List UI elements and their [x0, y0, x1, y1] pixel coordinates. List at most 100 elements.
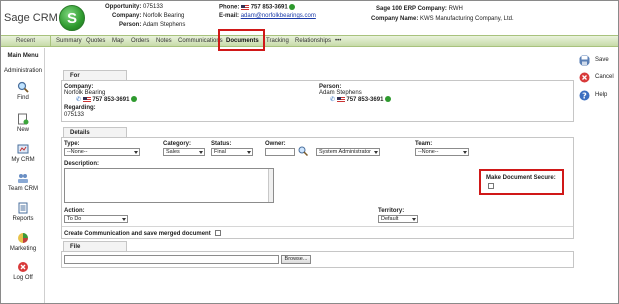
regarding-label: Regarding:	[64, 105, 96, 111]
cancel-label: Cancel	[595, 74, 614, 80]
description-label: Description:	[64, 161, 100, 167]
administration-link[interactable]: Administration	[1, 68, 45, 74]
tab-quotes[interactable]: Quotes	[86, 36, 105, 47]
company-name-value: KWS Manufacturing Company, Ltd.	[420, 16, 514, 22]
header: Sage CRM S Opportunity: 075133 Company: …	[1, 1, 618, 35]
owner-label: Owner:	[265, 141, 286, 147]
chevron-down-icon	[412, 218, 416, 221]
main-menu-title: Main Menu	[7, 53, 39, 59]
tab-summary[interactable]: Summary	[56, 36, 82, 47]
company-field: Company: Norfolk Bearing	[112, 13, 184, 19]
for-panel: Company: Norfolk Bearing ✆ 757 853-3691 …	[61, 80, 574, 122]
secure-checkbox-highlight	[479, 169, 564, 195]
owner-select[interactable]: System Administrator	[316, 148, 380, 156]
erp-label: Sage 100 ERP Company:	[376, 6, 447, 12]
cancel-icon	[579, 72, 590, 83]
chevron-down-icon	[122, 218, 126, 221]
browse-button[interactable]: Browse...	[281, 255, 311, 264]
tab-communications[interactable]: Communications	[178, 36, 223, 47]
type-value: --None--	[67, 149, 88, 155]
nav-new[interactable]: New	[1, 113, 45, 133]
for-person-phone: ✆ 757 853-3691	[330, 96, 392, 103]
phone-field: Phone: 757 853-3691	[219, 4, 296, 11]
tab-notes[interactable]: Notes	[156, 36, 172, 47]
file-path-input[interactable]	[64, 255, 279, 264]
company-name-label: Company Name:	[371, 16, 419, 22]
owner-value: System Administrator	[319, 149, 371, 155]
chevron-down-icon	[134, 151, 138, 154]
territory-label: Territory:	[378, 208, 405, 214]
log-off-icon	[18, 262, 28, 272]
team-value: --None--	[418, 149, 439, 155]
phone-call-icon[interactable]	[385, 96, 392, 103]
search-icon[interactable]	[298, 146, 308, 156]
nav-log-off[interactable]: Log Off	[1, 261, 45, 281]
company-name-field: Company Name: KWS Manufacturing Company,…	[371, 16, 514, 22]
nav-find[interactable]: Find	[1, 81, 45, 101]
create-communication-label: Create Communication and save merged doc…	[64, 231, 211, 237]
save-button[interactable]: Save	[576, 55, 616, 68]
nav-my-crm[interactable]: My CRM	[1, 143, 45, 163]
territory-select[interactable]: Default	[378, 215, 418, 223]
tab-more[interactable]: •••	[335, 36, 341, 47]
chevron-down-icon	[374, 151, 378, 154]
email-link[interactable]: adam@norfolkbearings.com	[241, 13, 316, 19]
email-label: E-mail:	[219, 13, 240, 19]
nav-reports-label: Reports	[12, 216, 34, 222]
status-value: Final	[214, 149, 226, 155]
reports-icon	[18, 202, 28, 214]
opportunity-label: Opportunity:	[105, 4, 142, 10]
tab-orders[interactable]: Orders	[131, 36, 149, 47]
type-label: Type:	[64, 141, 80, 147]
owner-search-input[interactable]	[265, 148, 295, 156]
status-select[interactable]: Final	[211, 148, 253, 156]
find-icon	[17, 81, 29, 93]
help-icon: ?	[579, 90, 590, 101]
person-label: Person:	[119, 22, 142, 28]
phone-call-icon[interactable]	[289, 4, 296, 10]
nav-reports[interactable]: Reports	[1, 202, 45, 222]
marketing-icon	[18, 233, 28, 243]
recent-menu[interactable]: Recent	[1, 36, 51, 47]
tab-map[interactable]: Map	[112, 36, 124, 47]
nav-marketing[interactable]: Marketing	[1, 232, 45, 252]
description-scrollbar[interactable]	[268, 169, 273, 202]
us-flag-icon	[82, 96, 91, 102]
category-select[interactable]: Sales	[163, 148, 205, 156]
brand-title: Sage CRM	[4, 12, 58, 24]
status-label: Status:	[211, 141, 232, 147]
save-icon	[579, 55, 590, 66]
tab-tracking[interactable]: Tracking	[266, 36, 289, 47]
tab-bar: Recent Summary Quotes Map Orders Notes C…	[1, 35, 618, 47]
cancel-button[interactable]: Cancel	[576, 72, 616, 85]
for-company-phone-value: 757 853-3691	[92, 97, 130, 103]
action-value: To Do	[67, 216, 82, 222]
team-crm-icon	[18, 174, 28, 183]
type-select[interactable]: --None--	[64, 148, 140, 156]
us-flag-icon	[241, 4, 250, 10]
team-select[interactable]: --None--	[415, 148, 469, 156]
documents-tab-highlight	[218, 29, 265, 51]
company-value: Norfolk Bearing	[143, 13, 185, 19]
my-crm-icon	[17, 144, 29, 154]
nav-find-label: Find	[17, 95, 29, 101]
category-label: Category:	[163, 141, 192, 147]
svg-text:?: ?	[582, 91, 587, 100]
chevron-down-icon	[247, 151, 251, 154]
territory-value: Default	[381, 216, 399, 222]
phone-call-icon[interactable]	[131, 96, 138, 103]
tab-relationships[interactable]: Relationships	[295, 36, 331, 47]
create-communication-checkbox[interactable]	[215, 230, 221, 236]
action-select[interactable]: To Do	[64, 215, 128, 223]
description-textarea[interactable]	[64, 168, 274, 203]
nav-team-crm[interactable]: Team CRM	[1, 172, 45, 192]
email-field: E-mail: adam@norfolkbearings.com	[219, 13, 316, 19]
phone-handset-icon: ✆	[76, 97, 82, 103]
opportunity-field: Opportunity: 075133	[105, 4, 163, 10]
divider	[62, 226, 573, 227]
phone-value: 757 853-3691	[250, 4, 288, 11]
help-button[interactable]: ? Help	[576, 90, 616, 103]
nav-log-off-label: Log Off	[13, 275, 33, 281]
file-panel-header: File	[63, 241, 127, 251]
file-panel: Browse...	[61, 251, 574, 268]
